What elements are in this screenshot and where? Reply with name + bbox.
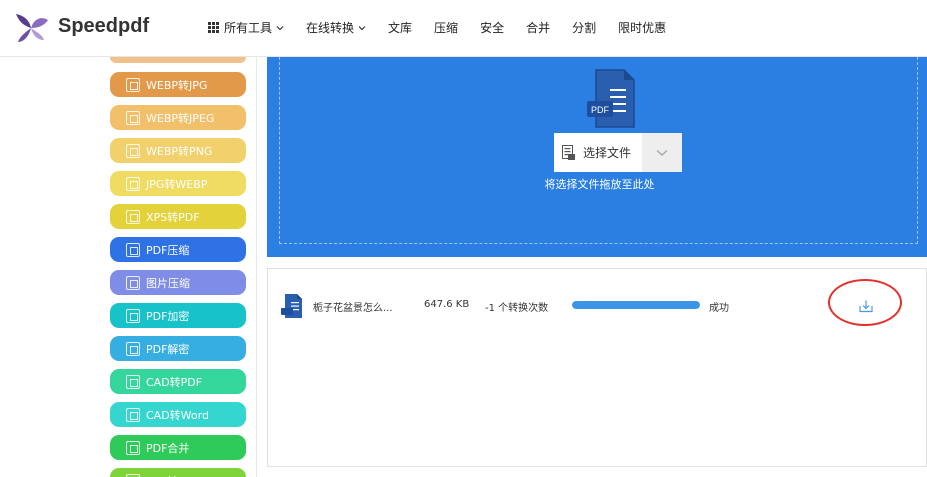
dropzone-border: PDF 选择文件 将选择文件拖放至此处 (279, 57, 918, 244)
nav-merge[interactable]: 合并 (526, 19, 550, 36)
butterfly-logo-icon[interactable] (12, 10, 50, 46)
grid-icon (208, 22, 219, 33)
sidebar-item[interactable]: PDF解密 (110, 336, 246, 361)
nav-label: 在线转换 (306, 21, 355, 35)
tool-sidebar: WEBP转JPG WEBP转JPEG WEBP转PNG JPG转WEBP XPS转PDF… (0, 57, 257, 477)
file-size: 647.6 KB (424, 299, 470, 310)
sidebar-item-label: XPS转Word (146, 473, 206, 477)
sidebar-item-label: PDF解密 (146, 342, 190, 356)
sidebar-item[interactable]: WEBP转JPG (110, 72, 246, 97)
brand-name[interactable]: Speedpdf (58, 15, 149, 38)
chevron-down-icon (656, 149, 668, 156)
sidebar-item[interactable]: 图片压缩 (110, 270, 246, 295)
nav-all-tools[interactable]: 所有工具 (208, 19, 284, 36)
conversion-count: -1 个转换次数 (485, 303, 549, 314)
sidebar-item[interactable]: JPG转WEBP (110, 171, 246, 196)
status-text: 成功 (709, 303, 729, 314)
upload-dropzone[interactable]: PDF 选择文件 将选择文件拖放至此处 (267, 57, 927, 257)
sidebar-item[interactable]: WEBP转JPEG (110, 105, 246, 130)
tool-icon (126, 308, 140, 323)
annotation-circle (828, 279, 902, 326)
sidebar-item[interactable]: CAD转PDF (110, 369, 246, 394)
sidebar-item[interactable]: CAD转Word (110, 402, 246, 427)
pdf-badge: PDF (591, 105, 610, 115)
progress-fill (572, 301, 700, 309)
sidebar-item-label: WEBP转JPEG (146, 111, 215, 125)
progress-bar (572, 301, 700, 309)
sidebar-item-label: XPS转PDF (146, 210, 200, 224)
sidebar-item[interactable]: XPS转Word (110, 468, 246, 477)
sidebar-item-label: PDF加密 (146, 309, 190, 323)
tool-icon (126, 440, 140, 455)
nav-compress[interactable]: 压缩 (434, 19, 458, 36)
nav-online-convert[interactable]: 在线转换 (306, 19, 366, 36)
sidebar-item[interactable]: PDF压缩 (110, 237, 246, 262)
sidebar-item[interactable]: PDF合并 (110, 435, 246, 460)
sidebar-item[interactable]: PDF加密 (110, 303, 246, 328)
sidebar-item-partial[interactable] (110, 57, 246, 63)
sidebar-item-label: PDF压缩 (146, 243, 190, 257)
choose-file-button[interactable]: 选择文件 (554, 133, 642, 172)
nav-split[interactable]: 分割 (572, 19, 596, 36)
document-icon (562, 145, 575, 160)
nav-security[interactable]: 安全 (480, 19, 504, 36)
tool-icon (126, 341, 140, 356)
sidebar-item[interactable]: XPS转PDF (110, 204, 246, 229)
tool-icon (126, 374, 140, 389)
file-name: 栀子花盆景怎么... (313, 303, 393, 314)
chevron-down-icon (358, 25, 366, 30)
nav-library[interactable]: 文库 (388, 19, 412, 36)
top-bar: Speedpdf 所有工具 在线转换 文库 压缩 安全 合并 分割 限时优惠 (0, 0, 927, 57)
tool-icon (126, 275, 140, 290)
tool-icon (126, 209, 140, 224)
tool-icon (126, 407, 140, 422)
pdf-file-icon (281, 294, 302, 318)
source-dropdown-button[interactable] (642, 133, 682, 172)
chevron-down-icon (276, 25, 284, 30)
sidebar-item-label: CAD转PDF (146, 375, 203, 389)
sidebar-item-label: WEBP转PNG (146, 144, 213, 158)
sidebar-item-label: JPG转WEBP (146, 177, 208, 191)
sidebar-item-label: PDF合并 (146, 441, 190, 455)
tool-icon (126, 143, 140, 158)
drop-hint: 将选择文件拖放至此处 (544, 178, 655, 191)
tool-icon (126, 77, 140, 92)
choose-file-label: 选择文件 (583, 146, 632, 160)
tool-icon (126, 110, 140, 125)
nav-label: 所有工具 (224, 21, 273, 35)
sidebar-item-label: CAD转Word (146, 408, 209, 422)
tool-icon (126, 242, 140, 257)
main-nav: 所有工具 在线转换 文库 压缩 安全 合并 分割 限时优惠 (208, 19, 688, 36)
tool-icon (126, 473, 140, 477)
nav-promo[interactable]: 限时优惠 (618, 19, 666, 36)
sidebar-item[interactable]: WEBP转PNG (110, 138, 246, 163)
tool-icon (126, 176, 140, 191)
sidebar-item-label: WEBP转JPG (146, 78, 208, 92)
sidebar-item-label: 图片压缩 (146, 276, 190, 290)
choose-file-control: 选择文件 (554, 133, 682, 172)
pdf-file-icon: PDF (587, 69, 635, 128)
